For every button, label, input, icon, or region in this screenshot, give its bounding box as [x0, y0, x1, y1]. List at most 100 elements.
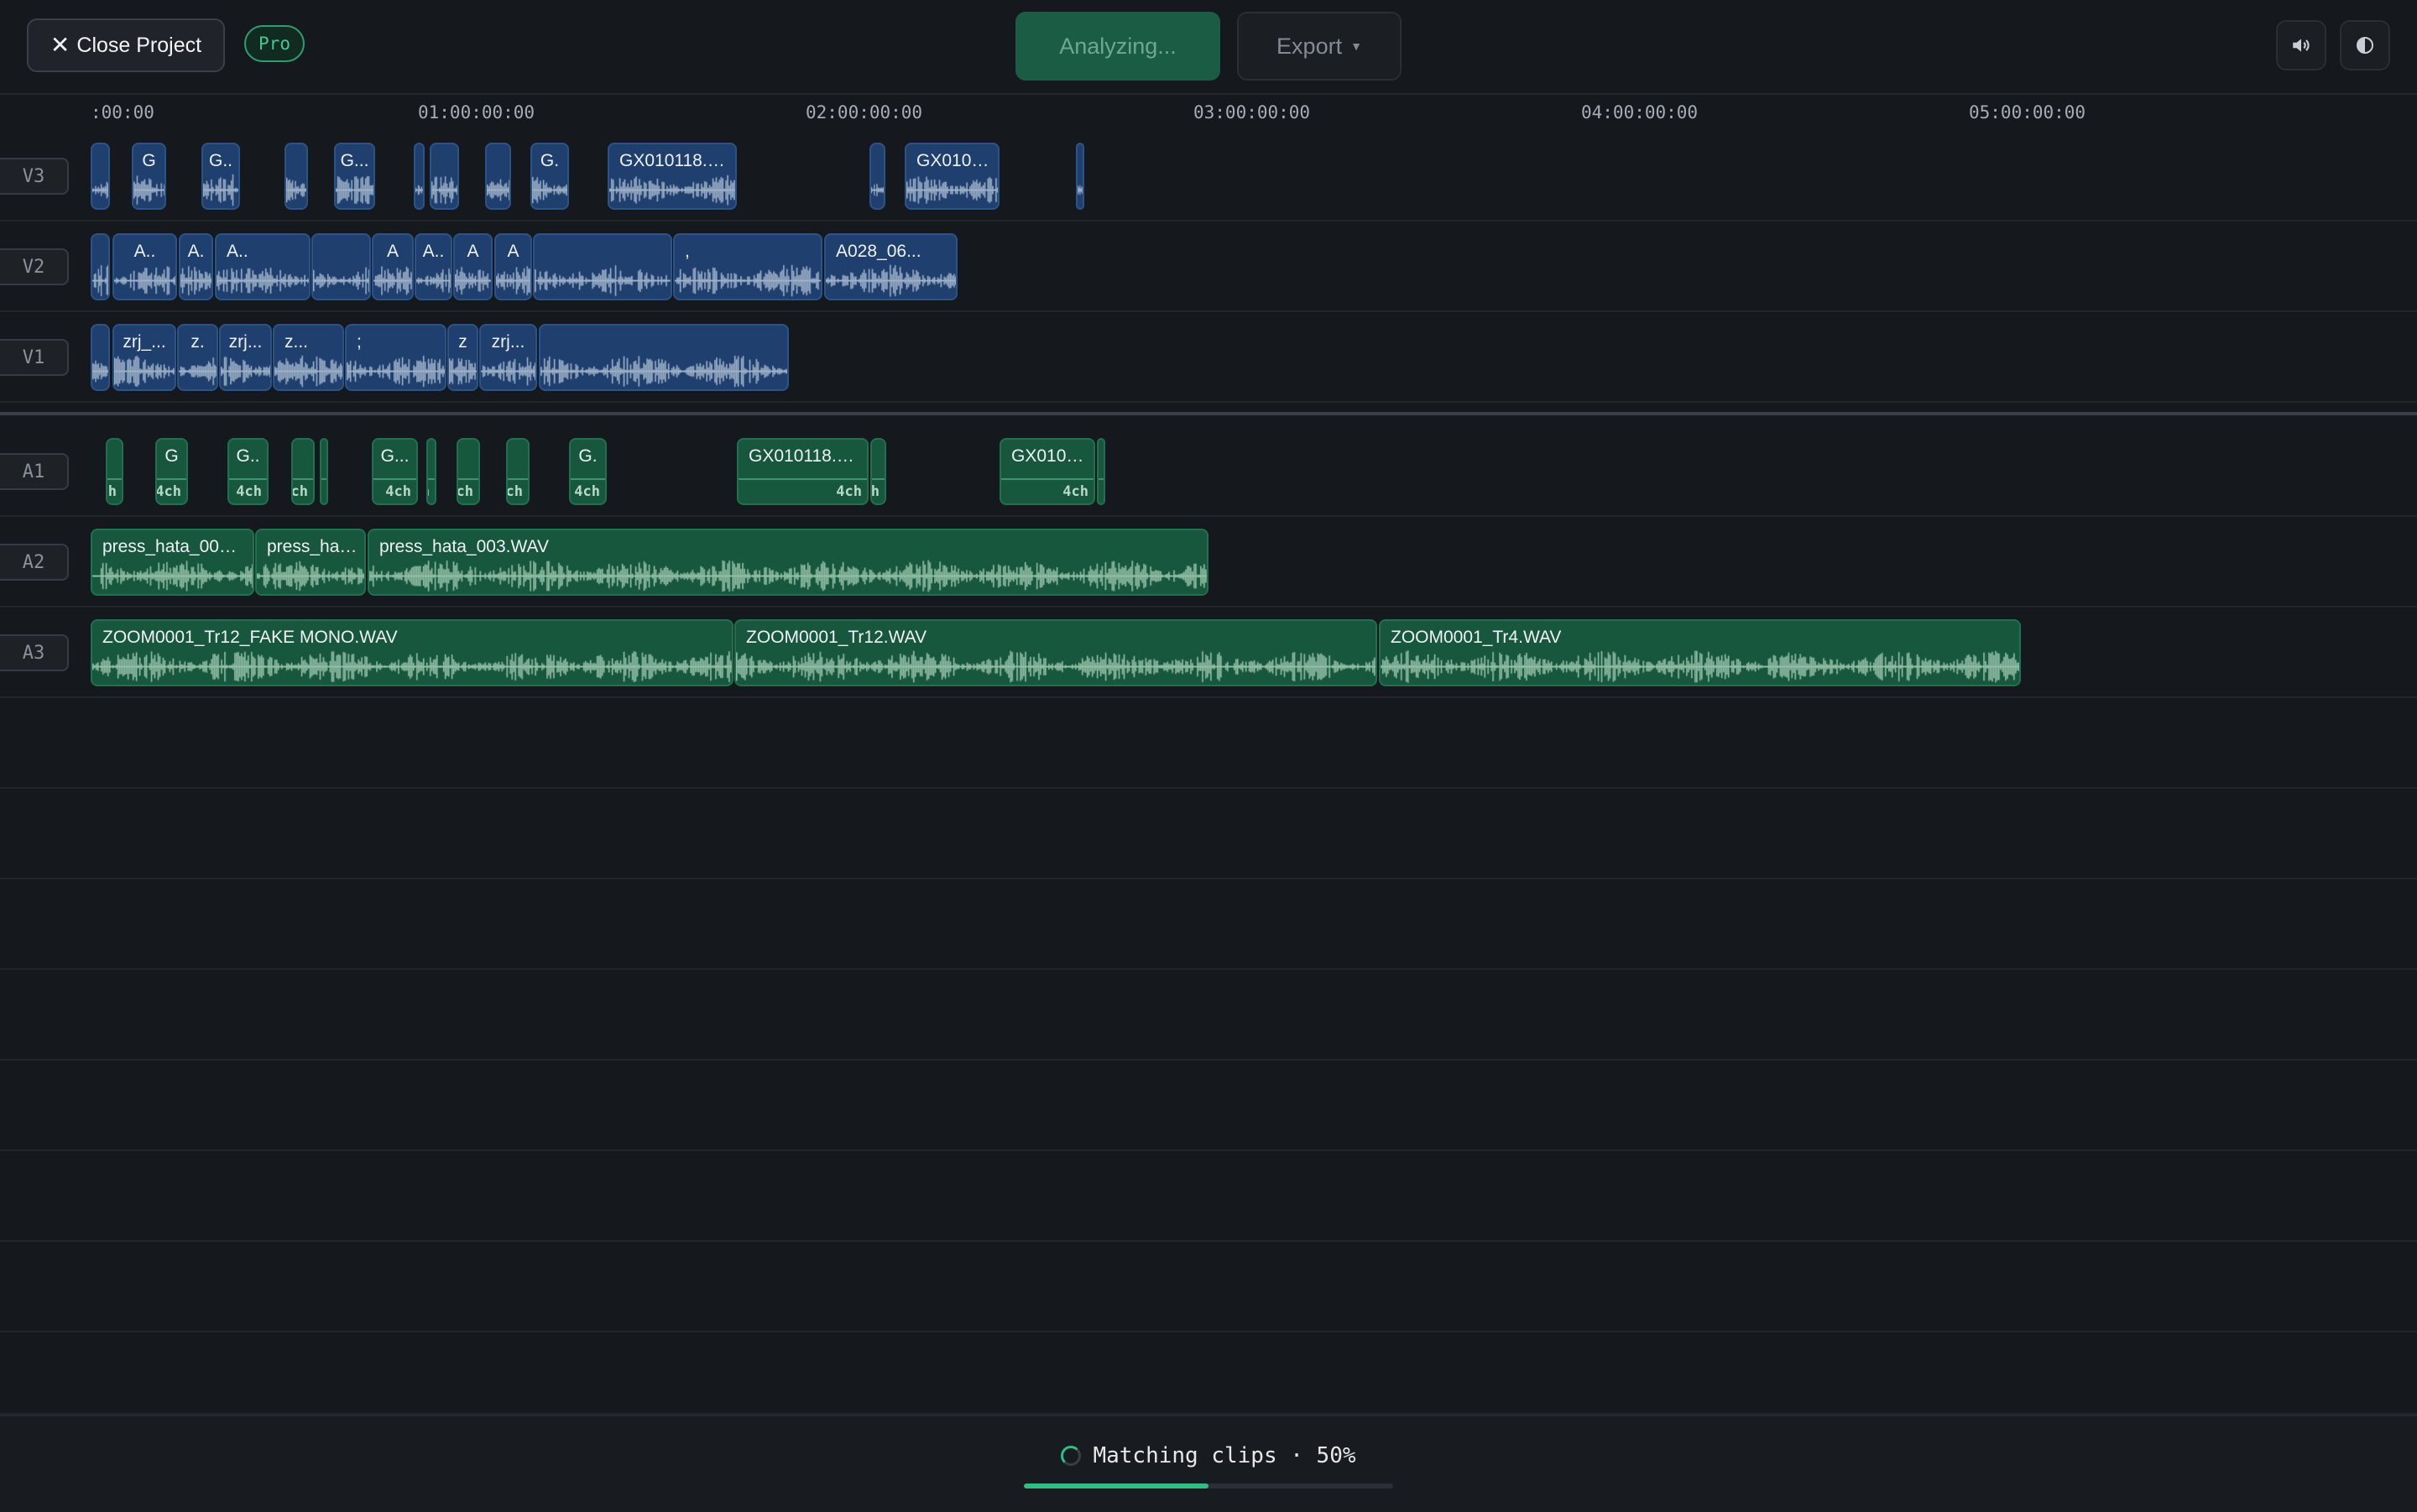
video-clip[interactable]: z...	[273, 324, 344, 391]
video-clip[interactable]: GX010118.MP4	[608, 143, 737, 210]
audio-clip[interactable]: 4ch	[1097, 438, 1105, 505]
progress-fill	[1024, 1483, 1208, 1489]
video-clip[interactable]: A	[494, 233, 532, 300]
track-lane: ZOOM0001_Tr12_FAKE MONO.WAV ZOOM0001_Tr12…	[91, 607, 2417, 696]
clip-channel-divider	[229, 478, 267, 480]
track-label[interactable]: A2	[0, 544, 69, 581]
audio-clip[interactable]: 4ch GX010118.WAV	[737, 438, 869, 505]
audio-clip[interactable]: press_hat...	[255, 529, 366, 596]
video-clip[interactable]	[285, 143, 308, 210]
clip-channel-divider	[321, 478, 326, 480]
video-clip[interactable]: z	[447, 324, 478, 391]
video-clip[interactable]: G..	[201, 143, 240, 210]
empty-track-row	[0, 1151, 2417, 1242]
video-clip[interactable]	[91, 324, 110, 391]
clip-name: z...	[285, 332, 309, 352]
audio-clip[interactable]: ZOOM0001_Tr12_FAKE MONO.WAV	[91, 619, 733, 686]
video-clip[interactable]: A	[453, 233, 493, 300]
audio-clip[interactable]: 4ch G.	[569, 438, 607, 505]
audio-clip[interactable]: 4ch G...	[372, 438, 418, 505]
video-clip[interactable]: A	[372, 233, 414, 300]
close-project-label: Close Project	[76, 33, 202, 57]
close-project-button[interactable]: ✕ Close Project	[27, 18, 225, 72]
audio-clip[interactable]: press_hata_003.WAV	[368, 529, 1208, 596]
clip-name: GX010118.WAV	[749, 446, 860, 466]
waveform	[114, 353, 175, 389]
clip-channel-count: 4ch	[1062, 483, 1088, 500]
video-clip[interactable]	[430, 143, 459, 210]
ruler-tick: 03:00:00:00	[1193, 102, 1311, 123]
video-clip[interactable]: A.	[179, 233, 213, 300]
audio-clip[interactable]: 4ch	[106, 438, 123, 505]
audio-clip[interactable]: 4ch GX0101...	[1000, 438, 1095, 505]
theme-toggle-button[interactable]	[2340, 20, 2390, 70]
clip-name: G...	[380, 446, 410, 466]
video-clip[interactable]: zrj_...	[112, 324, 176, 391]
clip-channel-count: 4ch	[457, 483, 473, 500]
status-bar: Matching clips · 50%	[0, 1415, 2417, 1512]
timeline-ruler[interactable]: :00:00 01:00:00:00 02:00:00:00 03:00:00:…	[0, 94, 2417, 136]
video-clip[interactable]: A..	[415, 233, 452, 300]
audio-clip[interactable]: 4ch	[457, 438, 480, 505]
chevron-down-icon: ▼	[1350, 39, 1362, 53]
track-label[interactable]: V2	[0, 248, 69, 285]
video-clip[interactable]: A..	[215, 233, 311, 300]
video-clip[interactable]	[311, 233, 371, 300]
video-clip[interactable]	[485, 143, 511, 210]
audio-clip[interactable]: 4ch	[506, 438, 530, 505]
video-clip[interactable]	[1076, 143, 1084, 210]
close-icon: ✕	[50, 32, 70, 58]
clip-channel-count: 4ch	[236, 483, 262, 500]
track-label[interactable]: V1	[0, 339, 69, 376]
video-clip[interactable]: GX0101...	[905, 143, 1000, 210]
audio-clip[interactable]: 4ch G	[155, 438, 188, 505]
audio-clip[interactable]: 4ch	[291, 438, 315, 505]
audio-clip[interactable]: press_hata_001....	[91, 529, 254, 596]
video-clip[interactable]	[91, 233, 110, 300]
status-text: Matching clips · 50%	[1093, 1443, 1356, 1468]
ruler-tick: 02:00:00:00	[806, 102, 923, 123]
video-clip[interactable]: G.	[530, 143, 569, 210]
waveform	[92, 649, 732, 685]
clip-name: ,	[685, 242, 690, 261]
video-clip[interactable]: zrj...	[219, 324, 272, 391]
video-clip[interactable]	[91, 143, 110, 210]
track-label[interactable]: A3	[0, 634, 69, 671]
clip-channel-divider	[1001, 478, 1094, 480]
video-clip[interactable]: G	[132, 143, 166, 210]
track-label[interactable]: V3	[0, 158, 69, 195]
export-button[interactable]: Export ▼	[1237, 12, 1402, 81]
waveform	[449, 353, 477, 389]
video-clip[interactable]: zrj...	[479, 324, 537, 391]
video-clip[interactable]: ,	[673, 233, 822, 300]
video-clip[interactable]: ;	[345, 324, 446, 391]
audio-clip[interactable]: 4ch G..	[227, 438, 269, 505]
empty-track-row	[0, 1242, 2417, 1332]
top-toolbar: ✕ Close Project Pro Analyzing... Export …	[0, 0, 2417, 95]
audio-clip[interactable]: 4ch	[320, 438, 328, 505]
clip-name: A.	[187, 242, 205, 261]
video-clip[interactable]	[533, 233, 672, 300]
audio-clip[interactable]: 4ch	[870, 438, 886, 505]
video-clip[interactable]: A..	[112, 233, 177, 300]
analyze-button[interactable]: Analyzing...	[1015, 12, 1220, 81]
video-clip[interactable]	[869, 143, 885, 210]
video-clip[interactable]	[414, 143, 425, 210]
audio-clip[interactable]: ZOOM0001_Tr12.WAV	[734, 619, 1377, 686]
volume-button[interactable]	[2276, 20, 2326, 70]
audio-clip[interactable]: 4ch	[426, 438, 436, 505]
track-label[interactable]: A1	[0, 453, 69, 490]
video-clip[interactable]: z.	[177, 324, 218, 391]
spinner-icon	[1061, 1446, 1082, 1466]
track-lane: zrj_... z. zrj... z...; z zrj...	[91, 312, 2417, 401]
progress-bar	[1024, 1483, 1393, 1489]
track-v3: V3 G G.. G... G. GX010118.MP4 GX0101...	[0, 131, 2417, 222]
waveform	[92, 558, 253, 594]
video-clip[interactable]: G...	[334, 143, 375, 210]
audio-clip[interactable]: ZOOM0001_Tr4.WAV	[1379, 619, 2021, 686]
video-clip[interactable]: A028_06...	[824, 233, 958, 300]
ruler-tick: 05:00:00:00	[1969, 102, 2086, 123]
empty-track-row	[0, 1061, 2417, 1151]
waveform	[496, 263, 530, 299]
video-clip[interactable]	[539, 324, 789, 391]
